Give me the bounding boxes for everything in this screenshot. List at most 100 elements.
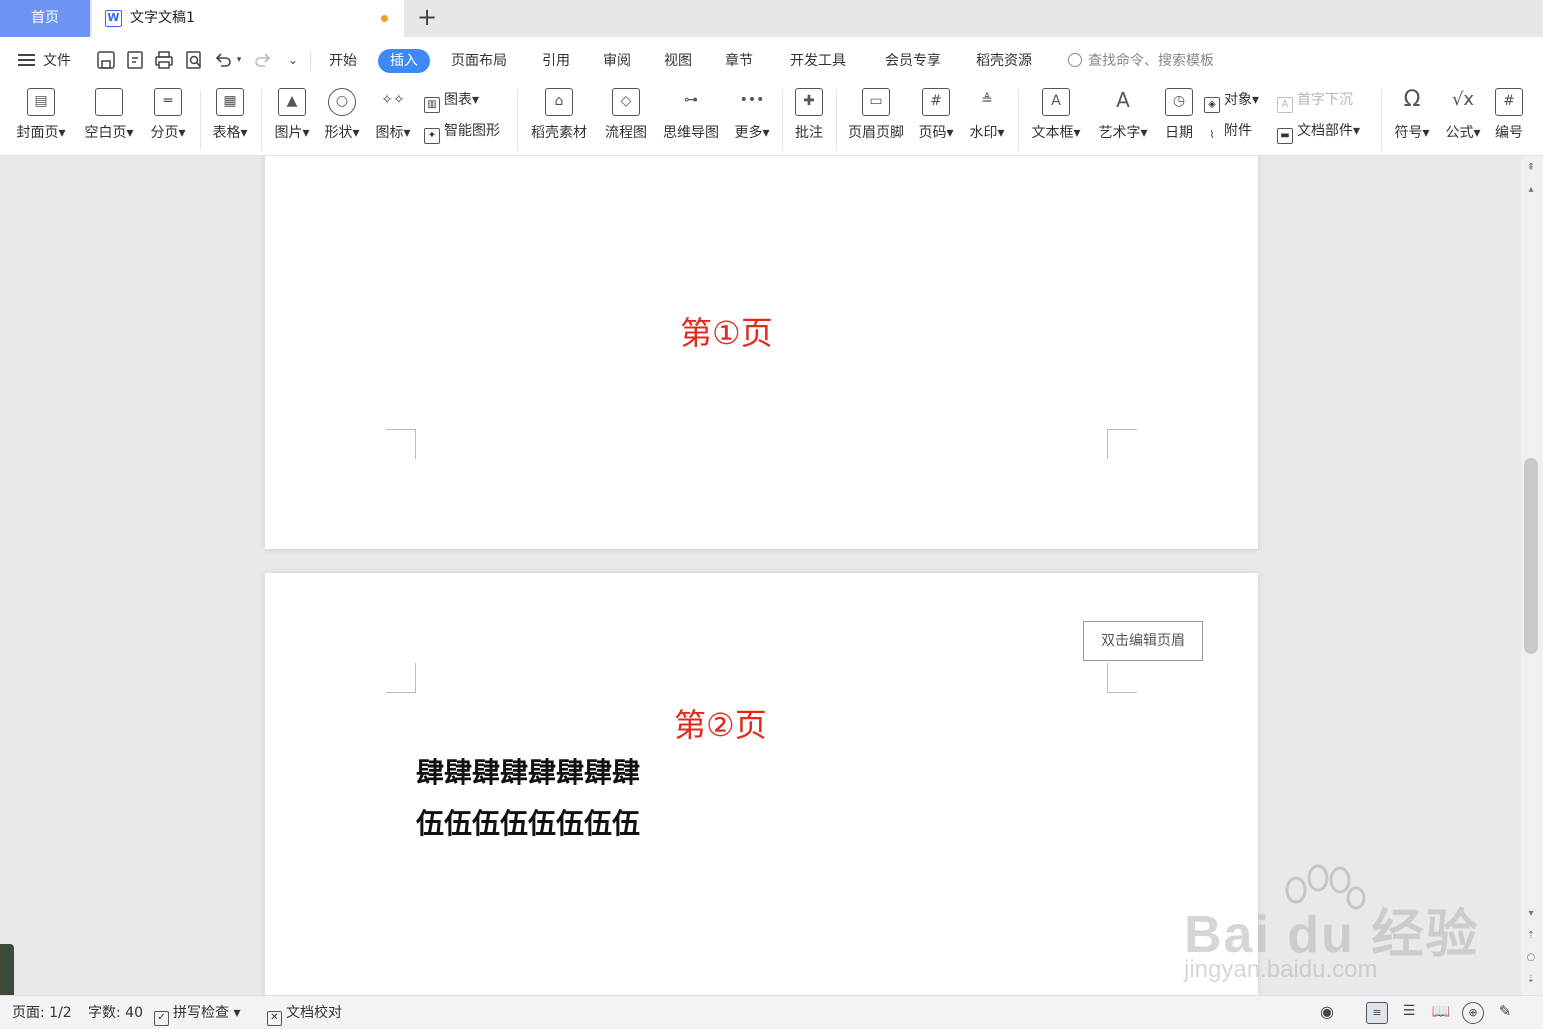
shape-button[interactable]: ○ 形状▾ <box>320 84 364 156</box>
tab-document[interactable]: W 文字文稿1 <box>92 0 404 37</box>
cover-page-button[interactable]: ▤ 封面页▾ <box>12 84 70 156</box>
mindmap-icon: ⊶ <box>684 92 698 108</box>
prev-page-icon[interactable]: ⇡ <box>1525 930 1537 941</box>
mindmap-button[interactable]: ⊶ 思维导图 <box>659 84 723 156</box>
calendar-icon: ◷ <box>1165 88 1193 116</box>
paperclip-icon: ⌇ <box>1209 130 1215 141</box>
table-label: 表格 <box>212 125 241 141</box>
page-count[interactable]: 页面: 1/2 <box>12 1004 72 1022</box>
scroll-top-icon[interactable]: ⇞ <box>1525 162 1537 173</box>
print-icon[interactable] <box>154 50 174 70</box>
reading-view-icon[interactable]: 📖 <box>1430 1002 1452 1024</box>
menu-tab-start[interactable]: 开始 <box>329 49 357 73</box>
object-icon: ◈ <box>1204 97 1220 113</box>
proofread-button[interactable]: ✕ 文档校对 <box>267 1004 342 1026</box>
drop-cap-button[interactable]: A 首字下沉 <box>1277 89 1353 113</box>
page-break-button[interactable]: ═ 分页▾ <box>146 84 190 156</box>
redo-icon[interactable] <box>253 50 273 70</box>
scrollbar-thumb[interactable] <box>1524 458 1538 654</box>
chart-icon: ▥ <box>424 97 440 113</box>
next-page-icon[interactable]: ⇣ <box>1525 974 1537 985</box>
menu-tab-review[interactable]: 审阅 <box>603 49 631 73</box>
command-search[interactable]: 查找命令、搜索模板 <box>1068 49 1214 73</box>
title-tab-bar: 首页 W 文字文稿1 + <box>0 0 1543 37</box>
web-view-icon[interactable]: ⊕ <box>1462 1002 1484 1024</box>
wordart-button[interactable]: A 艺术字▾ <box>1094 84 1152 156</box>
spellcheck-button[interactable]: ✓ 拼写检查 ▾ <box>154 1004 240 1026</box>
eye-protection-icon[interactable]: ◉ <box>1316 1002 1338 1024</box>
symbol-button[interactable]: Ω 符号▾ <box>1390 84 1434 156</box>
insert-ribbon: ▤ 封面页▾ 空白页▾ ═ 分页▾ ▦ 表格▾ ▲ 图片▾ ○ 形状▾ ✧✧ 图标▾ ▥ 图表… <box>0 84 1543 156</box>
vertical-scrollbar[interactable]: ⇞ ▴ ▾ ⇡ ○ ⇣ <box>1521 156 1543 995</box>
doc-parts-icon: ▬ <box>1277 128 1293 144</box>
body-text-line[interactable]: 伍伍伍伍伍伍伍伍 <box>416 802 640 842</box>
status-bar: 页面: 1/2 字数: 40 ✓ 拼写检查 ▾ ✕ 文档校对 ◉ ≡ ☰ 📖 ⊕ ✎ <box>0 995 1543 1029</box>
menu-tab-layout[interactable]: 页面布局 <box>451 49 507 73</box>
save-icon[interactable] <box>96 50 116 70</box>
object-button[interactable]: ◈ 对象▾ <box>1204 89 1259 113</box>
menu-tab-membership[interactable]: 会员专享 <box>885 49 941 73</box>
picture-icon: ▲ <box>278 88 306 116</box>
tab-home[interactable]: 首页 <box>0 0 90 37</box>
picture-button[interactable]: ▲ 图片▾ <box>270 84 314 156</box>
menu-tab-section[interactable]: 章节 <box>725 49 753 73</box>
doc-parts-button[interactable]: ▬ 文档部件▾ <box>1277 120 1360 144</box>
proofread-icon: ✕ <box>267 1011 282 1026</box>
date-button[interactable]: ◷ 日期 <box>1162 84 1196 156</box>
blank-page-button[interactable]: 空白页▾ <box>80 84 138 156</box>
flowchart-icon: ◇ <box>612 88 640 116</box>
scroll-down-arrow-icon[interactable]: ▾ <box>1525 908 1537 919</box>
smartart-icon: ✦ <box>424 128 440 144</box>
outline-view-icon[interactable]: ☰ <box>1398 1002 1420 1024</box>
formula-button[interactable]: √x 公式▾ <box>1441 84 1485 156</box>
export-pdf-icon[interactable] <box>125 50 145 70</box>
more-dots-icon: ••• <box>739 92 765 108</box>
undo-dropdown-icon[interactable]: ▾ <box>234 50 244 70</box>
more-button[interactable]: ••• 更多▾ <box>730 84 774 156</box>
wordart-icon: A <box>1116 88 1130 112</box>
comment-button[interactable]: ✚ 批注 <box>790 84 828 156</box>
body-text-line[interactable]: 肆肆肆肆肆肆肆肆 <box>416 751 640 791</box>
flowchart-button[interactable]: ◇ 流程图 <box>601 84 651 156</box>
watermark-button[interactable]: ≜ 水印▾ <box>964 84 1010 156</box>
page-number-button[interactable]: # 页码▾ <box>914 84 958 156</box>
menu-tab-references[interactable]: 引用 <box>542 49 570 73</box>
table-button[interactable]: ▦ 表格▾ <box>208 84 252 156</box>
page-2[interactable]: 双击编辑页眉 第②页 肆肆肆肆肆肆肆肆 伍伍伍伍伍伍伍伍 <box>265 573 1258 995</box>
page-1-title[interactable]: 第①页 <box>680 308 773 354</box>
new-tab-button[interactable]: + <box>414 0 440 37</box>
icons-button[interactable]: ✧✧ 图标▾ <box>371 84 415 156</box>
docer-material-label: 稻壳素材 <box>531 125 587 141</box>
page-break-icon: ═ <box>154 88 182 116</box>
edit-header-hint[interactable]: 双击编辑页眉 <box>1083 621 1203 661</box>
scroll-up-arrow-icon[interactable]: ▴ <box>1525 184 1537 195</box>
document-canvas[interactable]: 第①页 双击编辑页眉 第②页 肆肆肆肆肆肆肆肆 伍伍伍伍伍伍伍伍 <box>0 156 1521 995</box>
print-preview-icon[interactable] <box>184 50 204 70</box>
word-count[interactable]: 字数: 40 <box>88 1004 143 1022</box>
attachment-button[interactable]: ⌇ 附件 <box>1204 120 1252 142</box>
quick-access-more-icon[interactable]: ⌄ <box>283 50 303 70</box>
writing-mode-icon[interactable]: ✎ <box>1494 1002 1516 1024</box>
menu-tab-view[interactable]: 视图 <box>664 49 692 73</box>
menu-tab-developer[interactable]: 开发工具 <box>790 49 846 73</box>
page-view-icon[interactable]: ≡ <box>1366 1002 1388 1024</box>
undo-icon[interactable] <box>213 50 233 70</box>
menu-tab-docer[interactable]: 稻壳资源 <box>976 49 1032 73</box>
docer-material-button[interactable]: ⌂ 稻壳素材 <box>527 84 591 156</box>
ribbon-divider <box>782 90 783 150</box>
blank-page-icon <box>95 88 123 116</box>
chart-button[interactable]: ▥ 图表▾ <box>424 89 479 113</box>
menu-tab-insert[interactable]: 插入 <box>378 49 430 73</box>
cover-page-label: 封面页 <box>16 125 59 141</box>
numbering-button[interactable]: # 编号 <box>1491 84 1527 156</box>
page-1[interactable]: 第①页 <box>265 156 1258 549</box>
file-menu[interactable]: 文件 <box>18 49 71 73</box>
textbox-button[interactable]: A 文本框▾ <box>1027 84 1085 156</box>
smartart-button[interactable]: ✦ 智能图形 <box>424 120 500 144</box>
page-2-title[interactable]: 第②页 <box>674 700 767 746</box>
select-browse-icon[interactable]: ○ <box>1525 952 1537 963</box>
icons-label: 图标 <box>375 125 404 141</box>
search-placeholder: 查找命令、搜索模板 <box>1088 53 1214 69</box>
comment-label: 批注 <box>795 125 823 141</box>
header-footer-button[interactable]: ▭ 页眉页脚 <box>844 84 908 156</box>
